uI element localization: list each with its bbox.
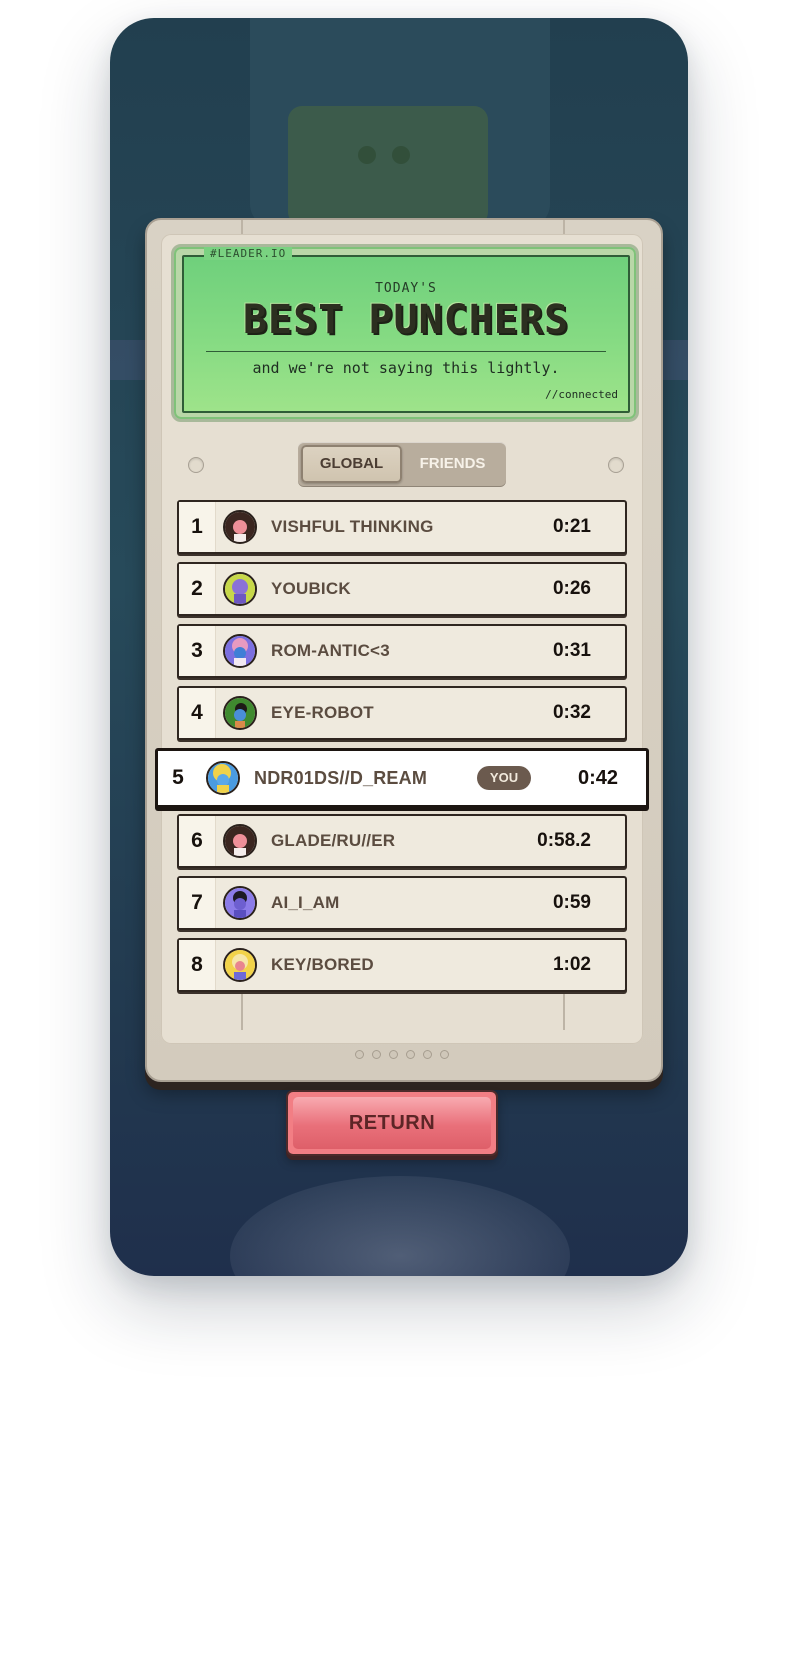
page-dot[interactable] — [423, 1050, 432, 1059]
player-time: 0:21 — [552, 516, 591, 537]
player-time: 0:31 — [552, 640, 591, 661]
lcd-tag: #LEADER.IO — [204, 247, 293, 260]
player-time: 0:58.2 — [537, 830, 591, 851]
screw-icon — [188, 457, 204, 473]
player-name: NDR01DS//D_REAM — [254, 768, 428, 788]
leaderboard-row[interactable]: 4 EYE-ROBOT 0:32 — [177, 686, 627, 740]
screw-icon — [608, 457, 624, 473]
background-robot-eye — [392, 146, 410, 164]
leaderboard-panel: #LEADER.IO TODAY'S BEST PUNCHERS and we'… — [145, 218, 663, 1082]
leaderboard-row[interactable]: 6 GLADE/RU//ER 0:58.2 — [177, 814, 627, 868]
app-screen: #LEADER.IO TODAY'S BEST PUNCHERS and we'… — [110, 18, 688, 1276]
leaderboard-row[interactable]: 8 KEY/BORED 1:02 — [177, 938, 627, 992]
avatar — [206, 761, 240, 795]
background-robot-screen — [288, 106, 488, 226]
tab-global[interactable]: GLOBAL — [301, 445, 402, 483]
avatar — [223, 696, 257, 730]
rank-number: 6 — [191, 829, 203, 852]
leaderboard-row[interactable]: 1 VISHFUL THINKING 0:21 — [177, 500, 627, 554]
you-badge: YOU — [477, 766, 531, 790]
rank-number: 3 — [191, 639, 203, 662]
page-dot[interactable] — [372, 1050, 381, 1059]
page-dot[interactable] — [389, 1050, 398, 1059]
player-name: VISHFUL THINKING — [271, 517, 434, 536]
connection-status: //connected — [545, 388, 618, 401]
leaderboard-row[interactable]: 2 YOUBICK 0:26 — [177, 562, 627, 616]
panel-seam — [241, 994, 243, 1030]
rank-number: 4 — [191, 701, 203, 724]
player-time: 1:02 — [552, 954, 591, 975]
page-dot[interactable] — [440, 1050, 449, 1059]
leaderboard-row[interactable]: 3 ROM-ANTIC<3 0:31 — [177, 624, 627, 678]
player-name: ROM-ANTIC<3 — [271, 641, 390, 660]
lcd-divider — [206, 351, 606, 352]
player-name: GLADE/RU//ER — [271, 831, 396, 850]
rank-number: 2 — [191, 577, 203, 600]
avatar — [223, 634, 257, 668]
player-name: AI_I_AM — [271, 893, 340, 912]
player-name: KEY/BORED — [271, 955, 374, 974]
player-name: EYE-ROBOT — [271, 703, 374, 722]
rank-number: 5 — [172, 766, 184, 789]
player-time: 0:26 — [552, 578, 591, 599]
player-time: 0:42 — [577, 767, 618, 789]
avatar — [223, 572, 257, 606]
rank-number: 7 — [191, 891, 203, 914]
leaderboard-row-current-user[interactable]: 5 NDR01DS//D_REAM YOU 0:42 — [155, 748, 649, 808]
background-robot-eye — [358, 146, 376, 164]
lcd-subtitle: TODAY'S — [375, 281, 437, 296]
player-name: YOUBICK — [271, 579, 351, 598]
lcd-display: #LEADER.IO TODAY'S BEST PUNCHERS and we'… — [171, 244, 639, 422]
avatar — [223, 886, 257, 920]
page-dot[interactable] — [406, 1050, 415, 1059]
panel-seam — [563, 994, 565, 1030]
player-time: 0:32 — [552, 702, 591, 723]
return-button[interactable]: RETURN — [286, 1090, 498, 1156]
background-glow — [230, 1176, 570, 1276]
rank-number: 1 — [191, 515, 203, 538]
page-title: BEST PUNCHERS — [242, 297, 570, 343]
rank-number: 8 — [191, 953, 203, 976]
leaderboard-tabs: GLOBAL FRIENDS — [298, 442, 506, 486]
leaderboard-row[interactable]: 7 AI_I_AM 0:59 — [177, 876, 627, 930]
page-dot[interactable] — [355, 1050, 364, 1059]
avatar — [223, 510, 257, 544]
return-button-label: RETURN — [348, 1112, 436, 1134]
lcd-tagline: and we're not saying this lightly. — [252, 359, 560, 377]
avatar — [223, 824, 257, 858]
tab-friends[interactable]: FRIENDS — [402, 445, 503, 483]
avatar — [223, 948, 257, 982]
player-time: 0:59 — [552, 892, 591, 913]
pagination-dots — [355, 1044, 457, 1063]
